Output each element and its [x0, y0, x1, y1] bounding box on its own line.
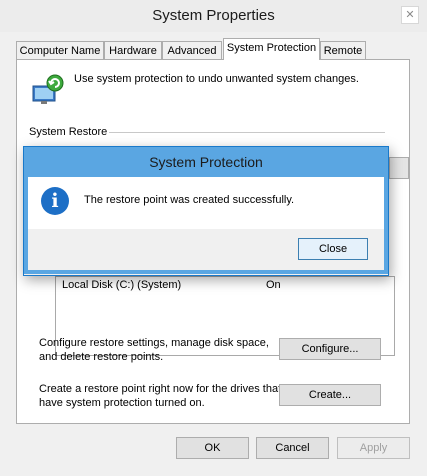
- cancel-button[interactable]: Cancel: [256, 437, 329, 459]
- dialog-message: The restore point was created successful…: [84, 194, 295, 206]
- configure-text-line-1: Configure restore settings, manage disk …: [39, 337, 269, 349]
- tab-advanced[interactable]: Advanced: [162, 41, 222, 59]
- ok-button[interactable]: OK: [176, 437, 249, 459]
- configure-text-line-2: and delete restore points.: [39, 351, 164, 363]
- tab-computer-name[interactable]: Computer Name: [16, 41, 104, 59]
- window-title: System Properties: [152, 7, 275, 24]
- system-restore-label: System Restore: [29, 126, 108, 138]
- system-restore-button[interactable]: [389, 157, 409, 179]
- section-divider: [109, 132, 385, 133]
- apply-button[interactable]: Apply: [337, 437, 410, 459]
- configure-button[interactable]: Configure...: [279, 338, 381, 360]
- create-text-line-2: have system protection turned on.: [39, 397, 205, 409]
- drive-row-status: On: [266, 279, 281, 291]
- dialog-right-border: [384, 177, 388, 274]
- system-protection-icon: [32, 74, 64, 104]
- dialog-title-bar: System Protection: [24, 147, 388, 177]
- title-bar: System Properties ✕: [0, 0, 427, 32]
- create-description: Create a restore point right now for the…: [39, 382, 281, 410]
- tab-hardware[interactable]: Hardware: [104, 41, 162, 59]
- create-text-line-1: Create a restore point right now for the…: [39, 383, 282, 395]
- dialog-bottom-border: [24, 270, 388, 274]
- dialog-close-button[interactable]: Close: [298, 238, 368, 260]
- intro-text: Use system protection to undo unwanted s…: [74, 73, 359, 85]
- system-protection-dialog: System Protection i The restore point wa…: [23, 146, 389, 276]
- configure-description: Configure restore settings, manage disk …: [39, 336, 269, 364]
- tab-remote[interactable]: Remote: [320, 41, 366, 59]
- dialog-message-area: i The restore point was created successf…: [28, 177, 384, 229]
- create-button[interactable]: Create...: [279, 384, 381, 406]
- drive-row-name: Local Disk (C:) (System): [62, 279, 182, 291]
- dialog-title: System Protection: [149, 154, 263, 170]
- window-close-button[interactable]: ✕: [401, 6, 419, 24]
- info-icon: i: [41, 187, 69, 215]
- tab-system-protection[interactable]: System Protection: [223, 38, 320, 60]
